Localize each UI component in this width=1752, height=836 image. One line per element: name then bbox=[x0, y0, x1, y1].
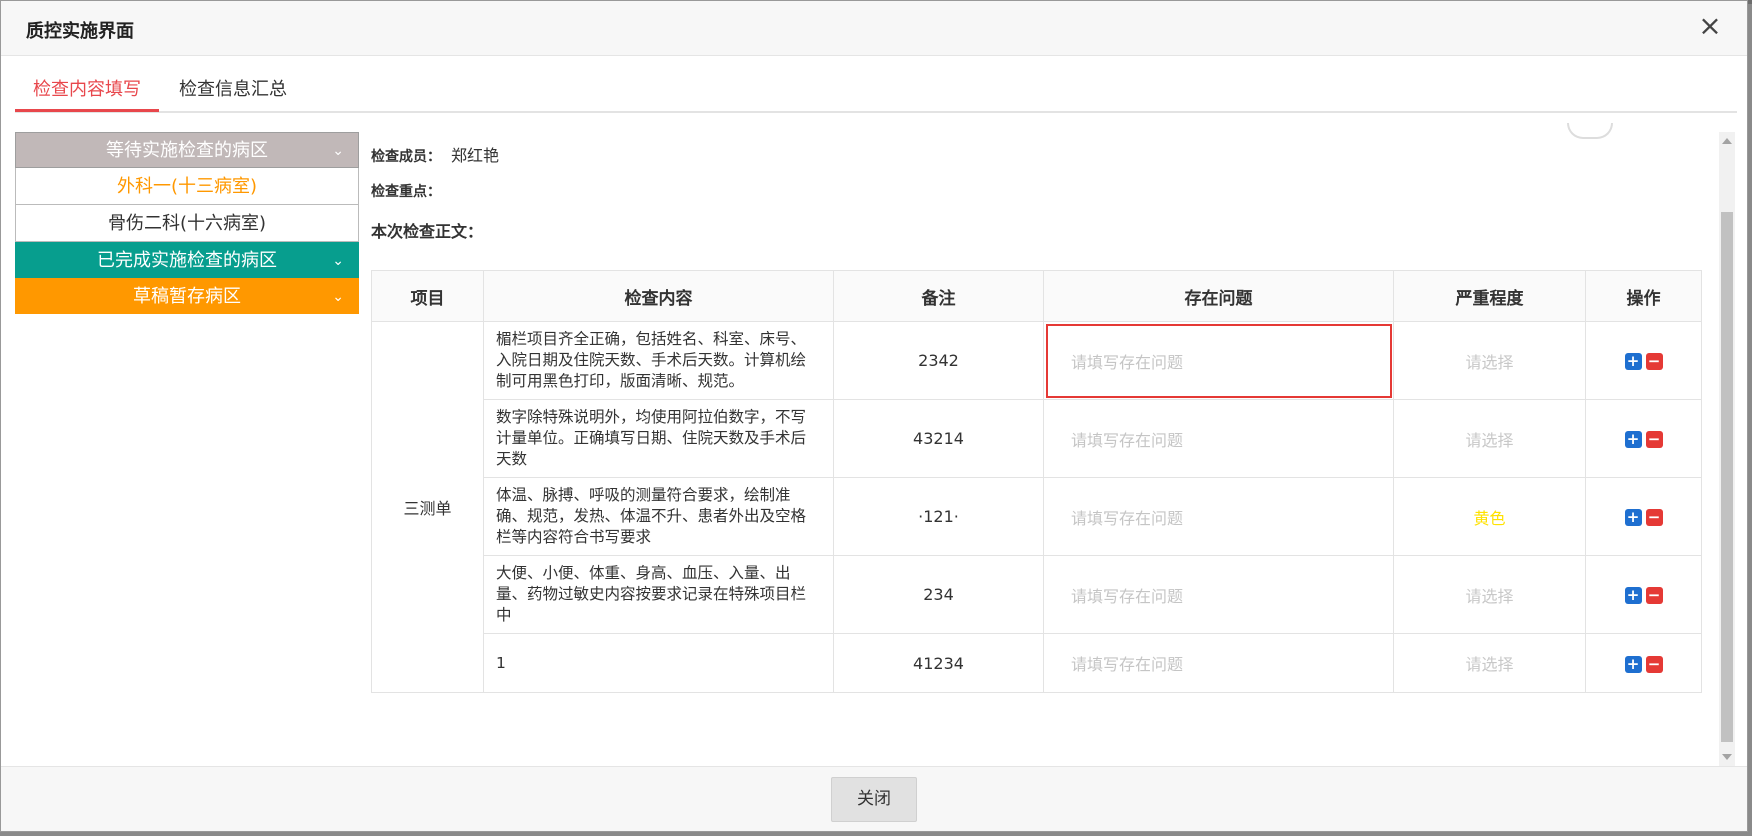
severity-select[interactable]: 请选择 bbox=[1393, 555, 1586, 634]
ward-sidebar: 等待实施检查的病区 ⌄ 外科一(十三病室) 骨伤二科(十六病室) 已完成实施检查… bbox=[15, 132, 359, 314]
waiting-wards-header[interactable]: 等待实施检查的病区 ⌄ bbox=[15, 132, 359, 168]
actions-cell: + − bbox=[1585, 477, 1702, 556]
note-cell: ·121· bbox=[833, 477, 1044, 556]
dialog-titlebar: 质控实施界面 × bbox=[1, 1, 1747, 56]
ward-item[interactable]: 外科一(十三病室) bbox=[15, 168, 359, 205]
dialog-footer: 关闭 bbox=[1, 766, 1747, 831]
draft-wards-header[interactable]: 草稿暂存病区 ⌄ bbox=[15, 278, 359, 314]
note-cell: 234 bbox=[833, 555, 1044, 634]
header-content: 检查内容 bbox=[483, 270, 834, 322]
content-cell: 楣栏项目齐全正确，包括姓名、科室、床号、入院日期及住院天数、手术后天数。计算机绘… bbox=[483, 321, 834, 400]
tab-bar: 检查内容填写 检查信息汇总 bbox=[15, 55, 1737, 113]
severity-select[interactable]: 请选择 bbox=[1393, 321, 1586, 400]
vertical-scrollbar[interactable] bbox=[1719, 132, 1735, 766]
actions-cell: + − bbox=[1585, 633, 1702, 693]
content-cell: 数字除特殊说明外，均使用阿拉伯数字，不写计量单位。正确填写日期、住院天数及手术后… bbox=[483, 399, 834, 478]
member-value: 郑红艳 bbox=[451, 146, 500, 165]
done-wards-label: 已完成实施检查的病区 bbox=[97, 250, 277, 271]
waiting-wards-label: 等待实施检查的病区 bbox=[106, 140, 268, 161]
header-item: 项目 bbox=[371, 270, 484, 322]
ward-item[interactable]: 骨伤二科(十六病室) bbox=[15, 205, 359, 242]
note-cell: 43214 bbox=[833, 399, 1044, 478]
draft-wards-label: 草稿暂存病区 bbox=[133, 286, 241, 307]
scroll-up-icon[interactable] bbox=[1722, 138, 1732, 144]
focus-row: 检查重点： bbox=[371, 182, 1719, 218]
remove-row-icon[interactable]: − bbox=[1645, 353, 1663, 370]
remove-row-icon[interactable]: − bbox=[1645, 431, 1663, 448]
done-wards-header[interactable]: 已完成实施检查的病区 ⌄ bbox=[15, 242, 359, 278]
actions-cell: + − bbox=[1585, 321, 1702, 400]
header-actions: 操作 bbox=[1585, 270, 1702, 322]
table-row: 三测单 楣栏项目齐全正确，包括姓名、科室、床号、入院日期及住院天数、手术后天数。… bbox=[371, 321, 1702, 693]
problem-input[interactable]: 请填写存在问题 bbox=[1043, 555, 1394, 634]
remove-row-icon[interactable]: − bbox=[1645, 655, 1663, 673]
add-row-icon[interactable]: + bbox=[1624, 353, 1642, 370]
check-table: 项目 检查内容 备注 存在问题 严重程度 操作 三测单 楣栏项目齐全正确，包括姓… bbox=[371, 270, 1702, 693]
content-cell: 体温、脉搏、呼吸的测量符合要求，绘制准确、规范，发热、体温不升、患者外出及空格栏… bbox=[483, 477, 834, 556]
member-row: 检查成员： 郑红艳 bbox=[371, 146, 1719, 182]
group-cell: 三测单 bbox=[371, 321, 484, 693]
table-row: 体温、脉搏、呼吸的测量符合要求，绘制准确、规范，发热、体温不升、患者外出及空格栏… bbox=[372, 477, 1702, 556]
member-label: 检查成员： bbox=[371, 149, 441, 165]
problem-input[interactable]: 请填写存在问题 bbox=[1043, 399, 1394, 478]
remove-row-icon[interactable]: − bbox=[1645, 587, 1663, 604]
severity-select[interactable]: 请选择 bbox=[1393, 633, 1586, 693]
remove-row-icon[interactable]: − bbox=[1645, 509, 1663, 526]
add-row-icon[interactable]: + bbox=[1624, 655, 1642, 673]
add-row-icon[interactable]: + bbox=[1624, 587, 1642, 604]
problem-input[interactable]: 请填写存在问题 bbox=[1043, 477, 1394, 556]
note-cell: 41234 bbox=[833, 633, 1044, 693]
tab-check-content[interactable]: 检查内容填写 bbox=[15, 75, 159, 112]
chevron-down-icon: ⌄ bbox=[332, 143, 344, 159]
header-problem: 存在问题 bbox=[1043, 270, 1394, 322]
close-button[interactable]: 关闭 bbox=[831, 777, 917, 822]
quality-control-dialog: 质控实施界面 × 检查内容填写 检查信息汇总 等待实施检查的病区 ⌄ 外科一(十… bbox=[0, 0, 1748, 832]
focus-label: 检查重点： bbox=[371, 184, 441, 200]
chevron-down-icon: ⌄ bbox=[332, 289, 344, 305]
header-note: 备注 bbox=[833, 270, 1044, 322]
table-row: 大便、小便、体重、身高、血压、入量、出量、药物过敏史内容按要求记录在特殊项目栏中… bbox=[372, 555, 1702, 634]
table-row: 1 41234 请填写存在问题 请选择 + − bbox=[372, 633, 1702, 693]
severity-select[interactable]: 黄色 bbox=[1393, 477, 1586, 556]
content-cell: 大便、小便、体重、身高、血压、入量、出量、药物过敏史内容按要求记录在特殊项目栏中 bbox=[483, 555, 834, 634]
problem-input[interactable]: 请填写存在问题 bbox=[1043, 633, 1394, 693]
body-label: 本次检查正文： bbox=[371, 222, 484, 241]
header-severity: 严重程度 bbox=[1393, 270, 1586, 322]
scroll-down-icon[interactable] bbox=[1722, 754, 1732, 760]
add-row-icon[interactable]: + bbox=[1624, 431, 1642, 448]
dialog-title: 质控实施界面 bbox=[26, 21, 134, 42]
content-cell: 1 bbox=[483, 633, 834, 693]
close-icon[interactable]: × bbox=[1695, 11, 1725, 41]
table-header-row: 项目 检查内容 备注 存在问题 严重程度 操作 bbox=[371, 270, 1702, 322]
problem-input[interactable]: 请填写存在问题 bbox=[1043, 321, 1394, 400]
table-row: 数字除特殊说明外，均使用阿拉伯数字，不写计量单位。正确填写日期、住院天数及手术后… bbox=[372, 399, 1702, 478]
actions-cell: + − bbox=[1585, 555, 1702, 634]
add-row-icon[interactable]: + bbox=[1624, 509, 1642, 526]
scroll-thumb[interactable] bbox=[1721, 212, 1733, 742]
tab-check-summary[interactable]: 检查信息汇总 bbox=[161, 75, 305, 109]
note-cell: 2342 bbox=[833, 321, 1044, 400]
check-content-area: 检查成员： 郑红艳 检查重点： 本次检查正文： bbox=[371, 132, 1719, 242]
chevron-down-icon: ⌄ bbox=[332, 253, 344, 269]
severity-select[interactable]: 请选择 bbox=[1393, 399, 1586, 478]
actions-cell: + − bbox=[1585, 399, 1702, 478]
